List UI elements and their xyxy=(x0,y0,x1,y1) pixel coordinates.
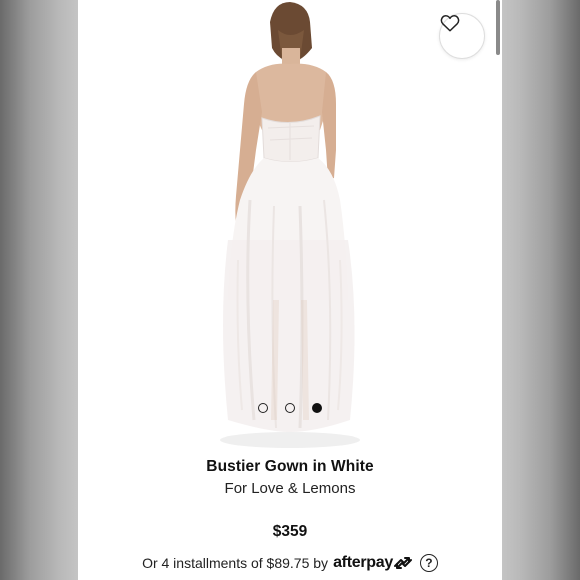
product-title: Bustier Gown in White xyxy=(206,458,374,475)
product-price: $359 xyxy=(272,523,308,540)
installments-row: Or 4 installments of $89.75 by afterpay … xyxy=(78,554,502,572)
installments-text: Or 4 installments of $89.75 by xyxy=(142,555,329,571)
carousel-dot[interactable] xyxy=(285,403,295,413)
product-brand[interactable]: For Love & Lemons xyxy=(78,480,502,497)
question-circle-icon[interactable]: ? xyxy=(419,554,438,572)
carousel-dot-active[interactable] xyxy=(312,403,322,413)
product-image-carousel[interactable] xyxy=(78,0,502,450)
heart-outline-icon xyxy=(440,15,460,32)
carousel-indicators xyxy=(258,402,322,414)
product-panel: Bustier Gown in White For Love & Lemons … xyxy=(78,0,502,580)
afterpay-logo[interactable]: afterpay xyxy=(333,554,413,572)
scrollbar[interactable] xyxy=(496,0,500,55)
afterpay-arrows-icon xyxy=(393,557,412,569)
carousel-dot[interactable] xyxy=(258,403,268,413)
afterpay-wordmark: afterpay xyxy=(333,554,393,571)
favorite-button[interactable] xyxy=(439,13,485,59)
product-image xyxy=(220,2,360,448)
